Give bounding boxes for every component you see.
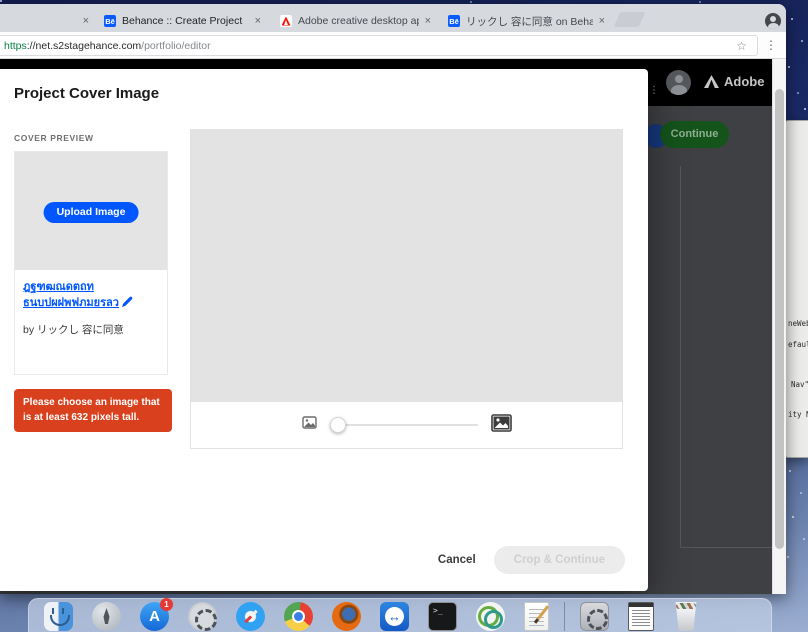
project-title-line1: ฎฐฑฒณดตถท	[23, 281, 94, 293]
tab-behance-user[interactable]: Bē リックし 容に同意 on Behance ×	[440, 10, 612, 32]
tab-adobe-apps[interactable]: Adobe creative desktop apps ×	[272, 10, 438, 32]
tab-close-icon[interactable]: ×	[425, 16, 431, 27]
crop-panel	[190, 129, 623, 449]
zoom-slider-row	[191, 402, 622, 448]
zoom-in-image-icon	[491, 414, 512, 437]
tab-bar: × Bē Behance :: Create Project × Adobe c…	[0, 4, 786, 32]
bookmark-star-icon[interactable]: ☆	[736, 39, 747, 53]
dock-app-store-icon[interactable]: A 1	[140, 602, 169, 631]
tab-close-icon[interactable]: ×	[83, 16, 89, 27]
upload-image-button[interactable]: Upload Image	[44, 202, 139, 223]
tab-close-icon[interactable]: ×	[599, 16, 605, 27]
code-fragment: ity N	[788, 410, 808, 419]
tab-close-icon[interactable]: ×	[255, 16, 261, 27]
cover-preview-card: Upload Image ฎฐฑฒณดตถท ธนบปผฝพฟภมยรลว by…	[14, 151, 168, 375]
dock-system-preferences-icon[interactable]	[188, 602, 217, 631]
profile-icon[interactable]	[765, 13, 781, 29]
dock-teamviewer-icon[interactable]: ↔	[380, 602, 409, 631]
app-store-badge: 1	[160, 598, 173, 611]
browser-toolbar: https://net.s2stagehance.com/portfolio/e…	[0, 32, 786, 59]
dock-trash-icon[interactable]	[673, 602, 699, 631]
starfield	[0, 0, 2, 2]
dock-textedit-icon[interactable]	[524, 602, 549, 631]
page-viewport: Adobe ⋮ Continue Project Cover Image COV…	[0, 59, 786, 594]
project-cover-image-modal: Project Cover Image COVER PREVIEW Upload…	[0, 69, 648, 591]
zoom-slider[interactable]	[330, 417, 478, 433]
zoom-out-image-icon	[302, 416, 317, 434]
url-scheme: https	[4, 40, 27, 52]
tab-behance-create-project[interactable]: Bē Behance :: Create Project ×	[96, 10, 268, 32]
pencil-icon[interactable]	[122, 296, 133, 313]
scrollbar-thumb[interactable]	[775, 89, 784, 549]
dock: A 1 ↔ >_	[28, 598, 772, 632]
url-host: ://net.s2stagehance.com	[27, 40, 141, 52]
desktop: neWeb efaul Nav" ity N × Bē Behance :: C…	[0, 0, 808, 632]
new-tab-button[interactable]	[614, 12, 646, 27]
adobe-logo: Adobe	[704, 74, 764, 89]
project-byline: by リックし 容に同意	[23, 322, 159, 337]
user-avatar[interactable]	[666, 70, 691, 95]
adobe-favicon-icon	[280, 15, 292, 27]
dock-finder-icon[interactable]	[44, 602, 73, 631]
continue-button[interactable]: Continue	[660, 121, 729, 148]
modal-footer: Cancel Crop & Continue	[438, 546, 625, 574]
tab-title: リックし 容に同意 on Behance	[466, 14, 593, 29]
code-fragment: neWeb	[788, 319, 808, 328]
project-title-line2: ธนบปผฝพฟภมยรลว	[23, 297, 119, 309]
dock-launchpad-icon[interactable]	[92, 602, 121, 631]
cancel-button[interactable]: Cancel	[438, 554, 476, 566]
code-fragment: Nav"	[791, 380, 808, 389]
adobe-logo-text: Adobe	[724, 74, 764, 89]
tab-partial[interactable]: ×	[0, 10, 96, 32]
dock-document-window-icon[interactable]	[628, 602, 654, 631]
crop-continue-button[interactable]: Crop & Continue	[494, 546, 625, 574]
app-store-letter: A	[149, 608, 160, 625]
tab-title: Behance :: Create Project	[122, 15, 249, 27]
modal-title: Project Cover Image	[14, 85, 159, 102]
project-title-link[interactable]: ฎฐฑฒณดตถท ธนบปผฝพฟภมยรลว	[23, 280, 159, 313]
browser-window: × Bē Behance :: Create Project × Adobe c…	[0, 4, 786, 594]
teamviewer-arrows: ↔	[380, 602, 409, 631]
page-scrollbar[interactable]	[772, 59, 786, 594]
dock-anyconnect-icon[interactable]	[476, 602, 505, 631]
code-fragment: efaul	[788, 340, 808, 349]
dock-utility-icon[interactable]	[580, 602, 609, 631]
adobe-mark-icon	[704, 75, 719, 88]
terminal-prompt: >_	[433, 606, 443, 615]
background-content-outline	[680, 166, 786, 548]
cover-preview-label: COVER PREVIEW	[14, 133, 94, 143]
tab-title: Adobe creative desktop apps	[298, 15, 419, 27]
cover-card-text: ฎฐฑฒณดตถท ธนบปผฝพฟภมยรลว by リックし 容に同意	[15, 270, 167, 337]
behance-favicon-icon: Bē	[448, 15, 460, 27]
zoom-slider-handle[interactable]	[330, 417, 346, 433]
dock-safari-icon[interactable]	[236, 602, 265, 631]
background-editor-window[interactable]: neWeb efaul Nav" ity N	[784, 120, 808, 458]
dock-firefox-icon[interactable]	[332, 602, 361, 631]
cover-placeholder: Upload Image	[15, 152, 167, 270]
address-bar[interactable]: https://net.s2stagehance.com/portfolio/e…	[0, 35, 758, 56]
dock-terminal-icon[interactable]: >_	[428, 602, 457, 631]
dock-chrome-icon[interactable]	[284, 602, 313, 631]
header-overflow-icon[interactable]: ⋮	[649, 85, 659, 96]
behance-favicon-icon: Bē	[104, 15, 116, 27]
dock-divider	[564, 602, 565, 631]
crop-canvas[interactable]	[191, 130, 622, 402]
browser-menu-icon[interactable]: ⋮	[765, 38, 777, 52]
error-banner: Please choose an image that is at least …	[14, 389, 172, 432]
url-path: /portfolio/editor	[141, 40, 210, 52]
